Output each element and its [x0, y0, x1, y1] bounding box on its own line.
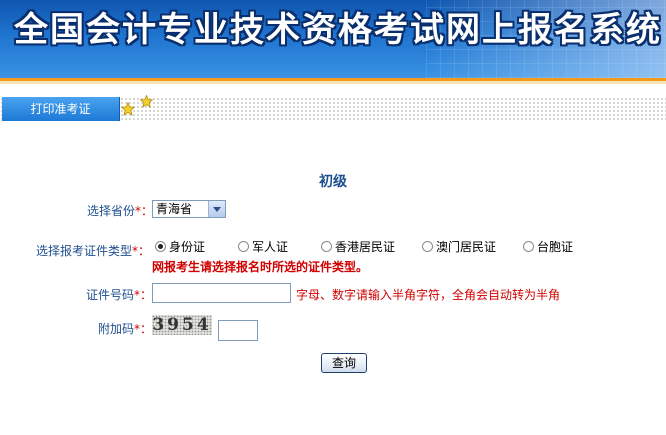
- radio-checked-icon[interactable]: [155, 241, 166, 252]
- query-button[interactable]: 查询: [321, 353, 367, 373]
- captcha-label: 附加码*：: [98, 320, 152, 337]
- level-title: 初级: [319, 174, 347, 190]
- radio-label: 台胞证: [537, 240, 574, 254]
- banner-divider-light: [0, 81, 666, 84]
- id-number-hint: 字母、数字请输入半角字符，全角会自动转为半角: [296, 288, 561, 302]
- star-icon: [121, 102, 135, 116]
- radio-label: 军人证: [252, 240, 289, 254]
- required-mark: *：: [135, 204, 154, 218]
- radio-label: 身份证: [169, 240, 206, 254]
- captcha-image[interactable]: 3954: [152, 315, 212, 335]
- id-type-radio-group: 身份证 军人证 香港居民证 澳门居民证 台胞证: [0, 238, 666, 256]
- radio-unchecked-icon[interactable]: [422, 241, 433, 252]
- captcha-input[interactable]: [218, 320, 258, 341]
- star-icon: [140, 95, 153, 108]
- required-mark: *：: [134, 322, 153, 336]
- radio-unchecked-icon[interactable]: [321, 241, 332, 252]
- radio-id-card[interactable]: 身份证: [155, 238, 205, 255]
- tab-print-admission-ticket[interactable]: 打印准考证: [2, 97, 120, 121]
- header-banner: 全国会计专业技术资格考试网上报名系统: [0, 0, 666, 78]
- radio-taiwan-id[interactable]: 台胞证: [523, 238, 573, 255]
- id-number-label: 证件号码*：: [86, 286, 152, 303]
- chevron-down-icon[interactable]: [208, 201, 225, 217]
- required-mark: *：: [134, 288, 153, 302]
- radio-macau-id[interactable]: 澳门居民证: [422, 238, 496, 255]
- id-number-input[interactable]: [152, 283, 291, 303]
- radio-hongkong-id[interactable]: 香港居民证: [321, 238, 395, 255]
- province-label-text: 选择省份: [87, 204, 136, 218]
- banner-title: 全国会计专业技术资格考试网上报名系统: [14, 10, 662, 50]
- radio-unchecked-icon[interactable]: [238, 241, 249, 252]
- radio-unchecked-icon[interactable]: [523, 241, 534, 252]
- province-select[interactable]: 青海省: [152, 200, 226, 218]
- tab-bar: 打印准考证: [0, 95, 666, 121]
- radio-label: 香港居民证: [335, 240, 396, 254]
- id-number-label-text: 证件号码: [86, 288, 135, 302]
- province-label: 选择省份*：: [87, 202, 153, 219]
- radio-military-id[interactable]: 军人证: [238, 238, 288, 255]
- province-select-value: 青海省: [156, 202, 193, 216]
- radio-label: 澳门居民证: [436, 240, 497, 254]
- captcha-label-text: 附加码: [98, 322, 135, 336]
- id-type-note: 网报考生请选择报名时所选的证件类型。: [152, 260, 369, 274]
